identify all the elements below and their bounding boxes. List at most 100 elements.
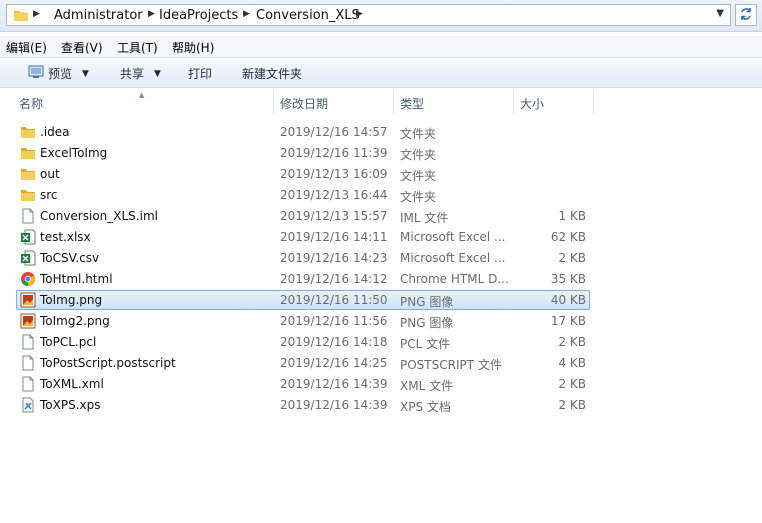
file-type: IML 文件	[400, 211, 449, 225]
column-divider[interactable]	[273, 90, 274, 114]
column-divider[interactable]	[593, 90, 594, 114]
file-size: 1 KB	[558, 209, 586, 223]
file-row[interactable]: ToXML.xml 2019/12/16 14:39 XML 文件 2 KB	[0, 374, 762, 395]
file-row[interactable]: test.xlsx 2019/12/16 14:11 Microsoft Excel…	[0, 227, 762, 248]
share-button[interactable]: 共享 ▼	[120, 65, 161, 82]
file-row[interactable]: Conversion_XLS.iml 2019/12/13 15:57 IML 文件…	[0, 206, 762, 227]
file-name[interactable]: ToImg2.png	[40, 314, 110, 328]
file-name[interactable]: src	[40, 188, 58, 202]
file-type: POSTSCRIPT 文件	[400, 358, 502, 372]
menu-view[interactable]: 查看(V)	[61, 39, 103, 56]
file-row[interactable]: ToImg2.png 2019/12/16 11:56 PNG 图像 17 KB	[0, 311, 762, 332]
file-name[interactable]: Conversion_XLS.iml	[40, 209, 158, 223]
print-label: 打印	[188, 67, 213, 81]
file-size: 17 KB	[550, 314, 586, 328]
image-icon	[20, 313, 36, 329]
file-modified: 2019/12/16 14:57	[280, 125, 388, 139]
file-name[interactable]: out	[40, 167, 60, 181]
chevron-right-icon[interactable]: ▶	[356, 9, 363, 19]
excel-icon	[20, 250, 36, 266]
file-type: PCL 文件	[400, 337, 451, 351]
file-row[interactable]: src 2019/12/13 16:44 文件夹	[0, 185, 762, 206]
file-name[interactable]: test.xlsx	[40, 230, 91, 244]
print-button[interactable]: 打印	[188, 65, 212, 82]
folder-icon	[20, 166, 36, 182]
new-folder-button[interactable]: 新建文件夹	[242, 65, 302, 82]
column-name[interactable]: 名称	[19, 95, 43, 112]
file-modified: 2019/12/16 14:39	[280, 398, 388, 412]
menu-bar: 编辑(E) 查看(V) 工具(T) 帮助(H)	[0, 36, 762, 58]
file-name[interactable]: .idea	[40, 125, 70, 139]
chevron-right-icon[interactable]: ▶	[243, 9, 250, 19]
file-type: Microsoft Excel ...	[400, 230, 506, 244]
refresh-button[interactable]	[735, 4, 757, 26]
column-divider[interactable]	[393, 90, 394, 114]
file-name[interactable]: ToPostScript.postscript	[40, 356, 176, 370]
file-row[interactable]: ToPostScript.postscript 2019/12/16 14:25 P…	[0, 353, 762, 374]
file-name[interactable]: ToHtml.html	[40, 272, 113, 286]
file-type: XPS 文档	[400, 400, 451, 414]
chevron-right-icon[interactable]: ▶	[33, 9, 40, 19]
file-modified: 2019/12/16 14:25	[280, 356, 388, 370]
menu-edit[interactable]: 编辑(E)	[6, 39, 47, 56]
folder-icon	[20, 145, 36, 161]
document-icon	[20, 355, 36, 371]
menu-tools[interactable]: 工具(T)	[117, 39, 158, 56]
excel-icon	[20, 229, 36, 245]
column-size[interactable]: 大小	[520, 95, 544, 112]
breadcrumb-conversion-xls[interactable]: Conversion_XLS	[256, 8, 360, 23]
file-modified: 2019/12/16 14:12	[280, 272, 388, 286]
breadcrumb-ideaprojects[interactable]: IdeaProjects	[159, 8, 238, 23]
chevron-down-icon: ▼	[82, 68, 89, 79]
file-size: 35 KB	[550, 272, 586, 286]
xps-icon	[20, 397, 36, 413]
file-name[interactable]: ToImg.png	[40, 293, 102, 307]
file-type: 文件夹	[400, 148, 437, 162]
folder-icon	[20, 187, 36, 203]
refresh-icon	[739, 7, 753, 24]
breadcrumb-administrator[interactable]: Administrator	[54, 8, 143, 23]
file-row[interactable]: out 2019/12/13 16:09 文件夹	[0, 164, 762, 185]
file-row[interactable]: .idea 2019/12/16 14:57 文件夹	[0, 122, 762, 143]
column-divider[interactable]	[513, 90, 514, 114]
folder-icon	[20, 124, 36, 140]
file-modified: 2019/12/16 11:39	[280, 146, 388, 160]
file-name[interactable]: ToXPS.xps	[40, 398, 101, 412]
file-modified: 2019/12/16 14:11	[280, 230, 388, 244]
file-type: 文件夹	[400, 127, 437, 141]
file-size: 2 KB	[558, 335, 586, 349]
file-modified: 2019/12/13 15:57	[280, 209, 388, 223]
column-modified[interactable]: 修改日期	[280, 95, 328, 112]
column-type[interactable]: 类型	[400, 95, 424, 112]
file-size: 2 KB	[558, 398, 586, 412]
command-bar: 预览 ▼ 共享 ▼ 打印 新建文件夹	[0, 58, 762, 88]
file-modified: 2019/12/13 16:09	[280, 167, 388, 181]
file-modified: 2019/12/16 11:50	[280, 293, 388, 307]
chevron-down-icon: ▼	[154, 68, 161, 79]
new-folder-label: 新建文件夹	[242, 67, 303, 81]
chevron-down-icon[interactable]: ▼	[716, 8, 724, 19]
file-row[interactable]: ToPCL.pcl 2019/12/16 14:18 PCL 文件 2 KB	[0, 332, 762, 353]
preview-button[interactable]: 预览 ▼	[28, 65, 89, 82]
file-modified: 2019/12/16 11:56	[280, 314, 388, 328]
chevron-right-icon[interactable]: ▶	[148, 9, 155, 19]
address-box[interactable]: ▶ Administrator ▶ IdeaProjects ▶ Convers…	[6, 4, 731, 26]
file-row[interactable]: ToCSV.csv 2019/12/16 14:23 Microsoft Excel…	[0, 248, 762, 269]
file-row[interactable]: ToImg.png 2019/12/16 11:50 PNG 图像 40 KB	[0, 290, 762, 311]
share-label: 共享	[120, 67, 145, 81]
file-modified: 2019/12/16 14:39	[280, 377, 388, 391]
file-name[interactable]: ToPCL.pcl	[40, 335, 96, 349]
image-icon	[20, 292, 36, 308]
file-name[interactable]: ToXML.xml	[40, 377, 104, 391]
file-type: PNG 图像	[400, 295, 454, 309]
chrome-icon	[20, 271, 36, 287]
menu-help[interactable]: 帮助(H)	[172, 39, 214, 56]
file-size: 2 KB	[558, 377, 586, 391]
file-name[interactable]: ExcelToImg	[40, 146, 107, 160]
file-name[interactable]: ToCSV.csv	[40, 251, 99, 265]
file-row[interactable]: ToXPS.xps 2019/12/16 14:39 XPS 文档 2 KB	[0, 395, 762, 416]
file-row[interactable]: ExcelToImg 2019/12/16 11:39 文件夹	[0, 143, 762, 164]
file-type: 文件夹	[400, 190, 437, 204]
file-row[interactable]: ToHtml.html 2019/12/16 14:12 Chrome HTML D…	[0, 269, 762, 290]
document-icon	[20, 208, 36, 224]
